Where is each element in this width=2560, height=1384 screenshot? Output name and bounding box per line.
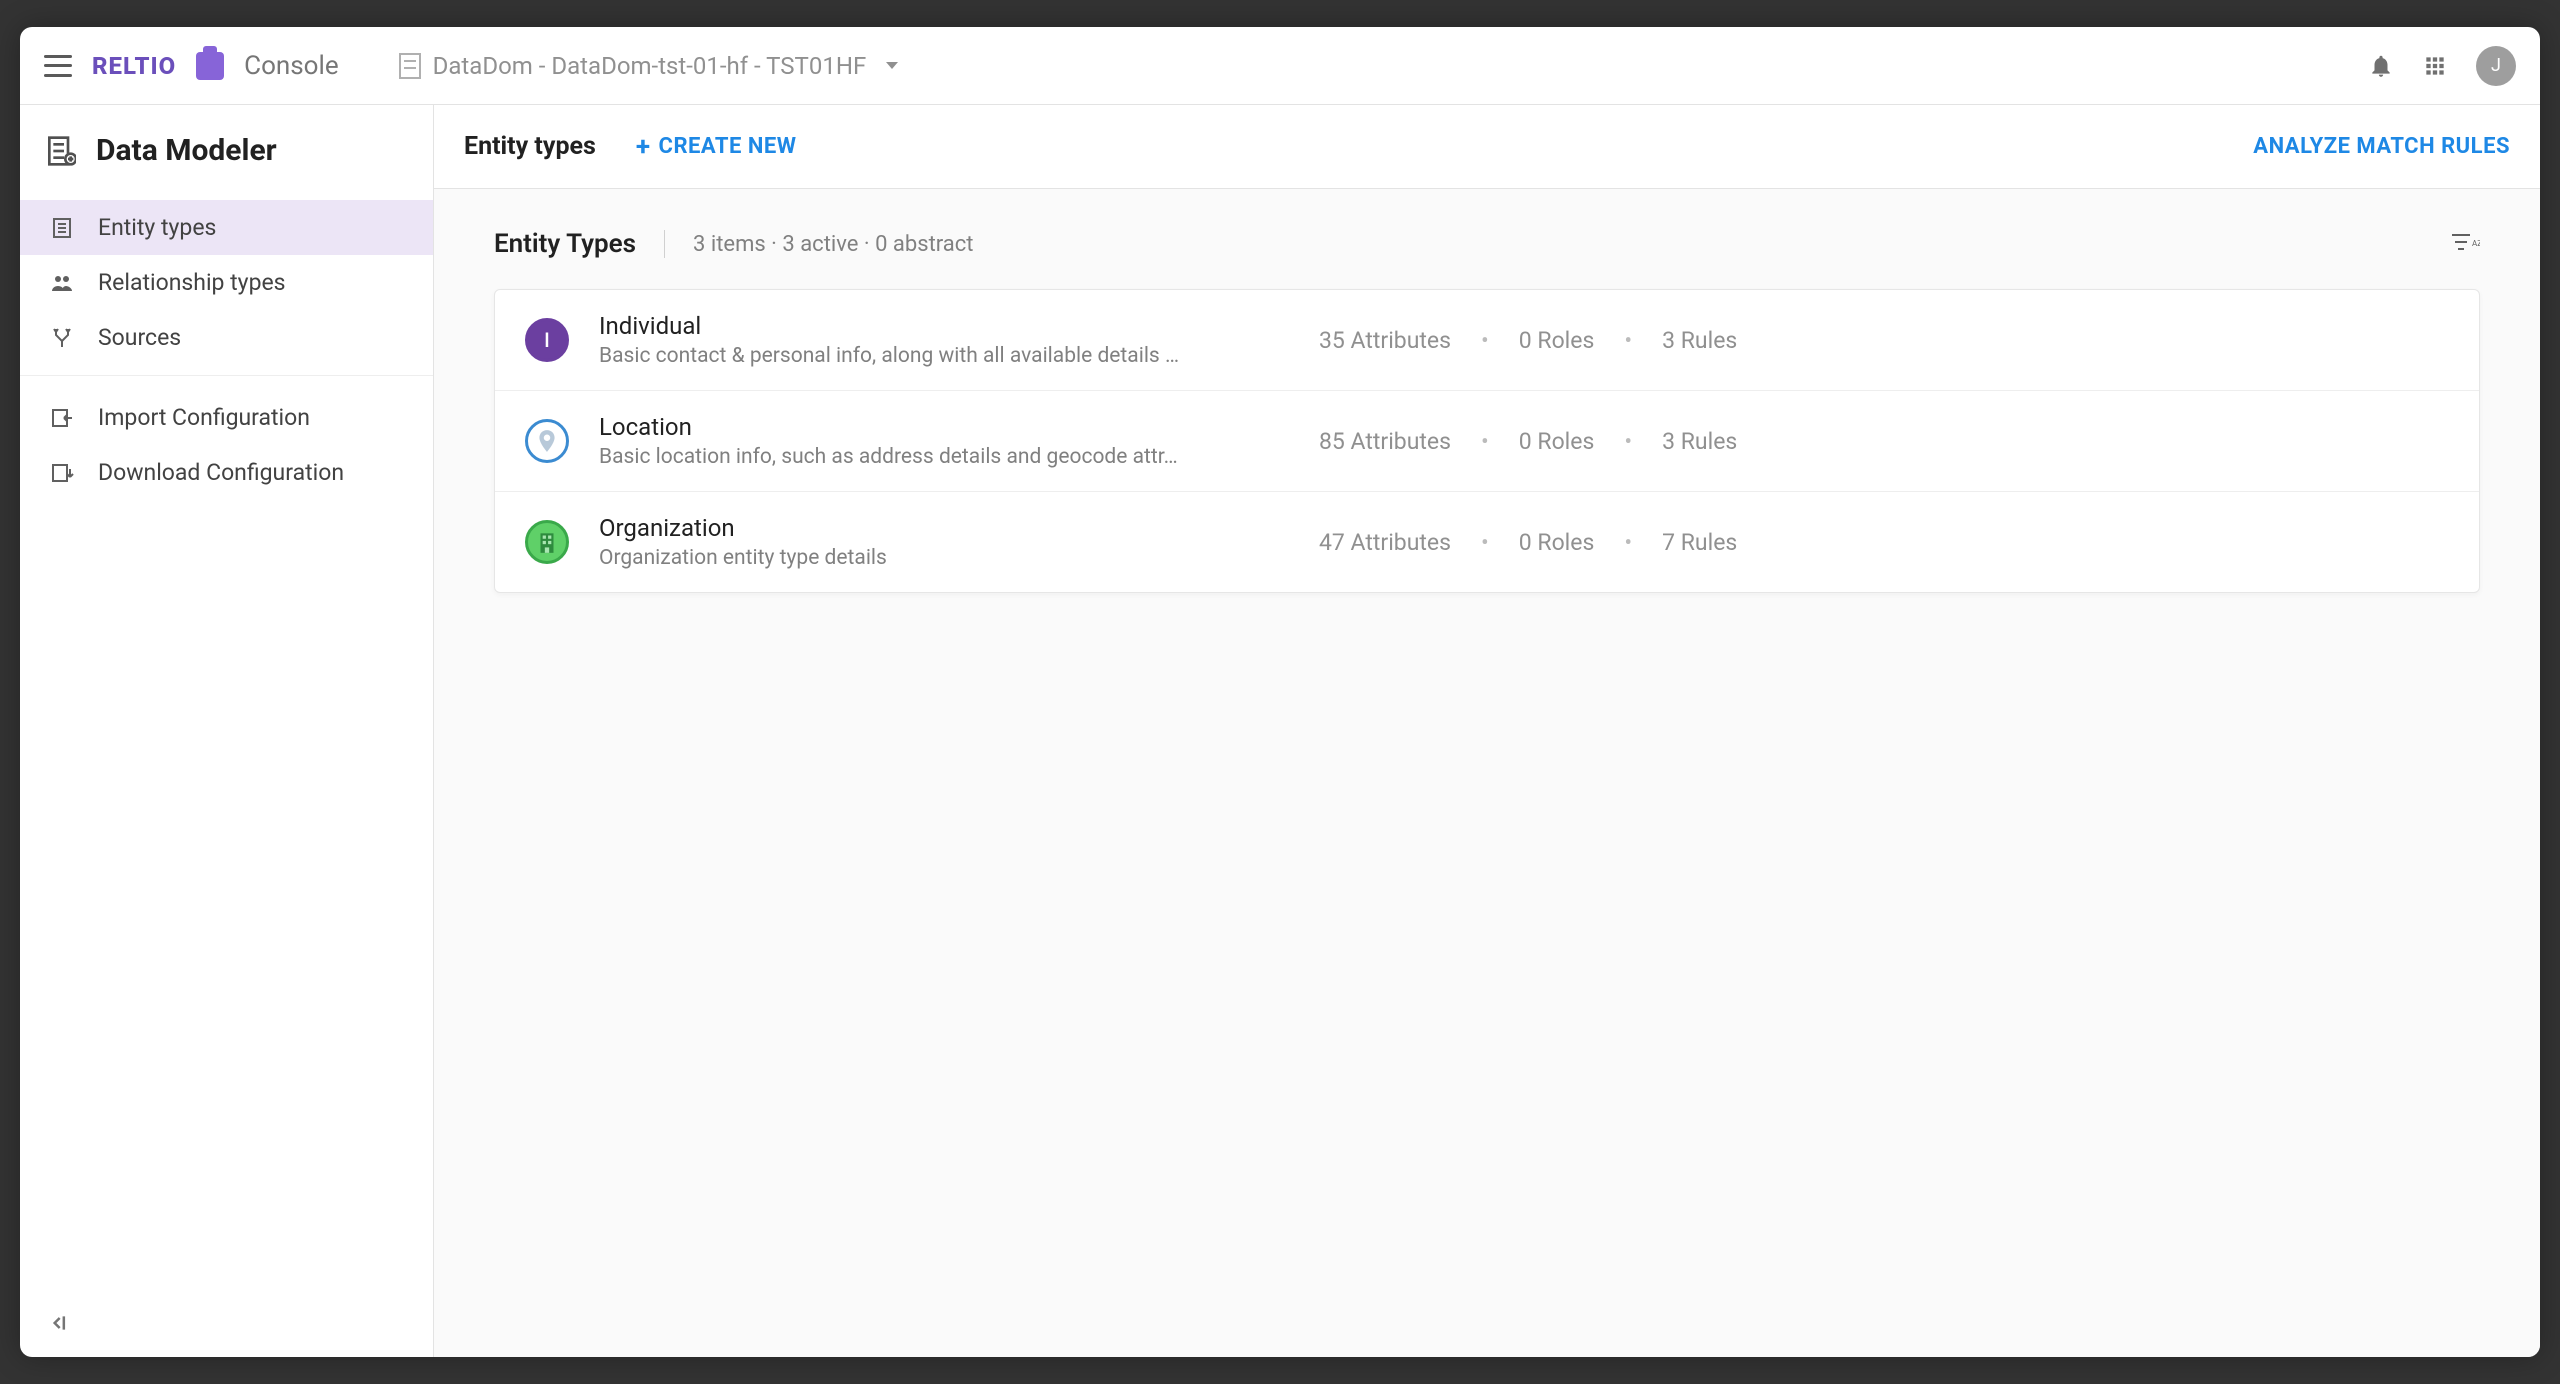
svg-text:AZ: AZ — [2472, 239, 2480, 248]
entity-icon — [525, 520, 569, 564]
dot-separator: • — [1624, 327, 1632, 354]
collapse-sidebar-icon[interactable] — [48, 1313, 68, 1339]
document-icon — [399, 53, 421, 79]
dot-separator: • — [1624, 428, 1632, 455]
brand-logo[interactable]: RELTIO — [92, 52, 176, 80]
sidebar-title: Data Modeler — [96, 133, 277, 168]
entity-name: Organization — [599, 514, 1319, 542]
import-icon — [48, 406, 76, 430]
sidebar-item-label: Download Configuration — [98, 459, 344, 486]
entity-description: Organization entity type details — [599, 546, 1319, 570]
entity-description: Basic location info, such as address det… — [599, 445, 1319, 469]
chevron-down-icon — [886, 62, 898, 69]
entity-row-individual[interactable]: I Individual Basic contact & personal info… — [495, 290, 2479, 391]
people-icon — [48, 271, 76, 295]
create-label: CREATE NEW — [659, 134, 797, 159]
sidebar-item-label: Entity types — [98, 214, 216, 241]
entity-row-organization[interactable]: Organization Organization entity type det… — [495, 492, 2479, 592]
entity-stats: 35 Attributes • 0 Roles • 3 Rules — [1319, 327, 1737, 354]
entity-stats: 47 Attributes • 0 Roles • 7 Rules — [1319, 529, 1737, 556]
download-icon — [48, 461, 76, 485]
entity-rules: 3 Rules — [1662, 428, 1737, 455]
entity-name: Location — [599, 413, 1319, 441]
dot-separator: • — [1481, 529, 1489, 556]
sidebar-item-label: Relationship types — [98, 269, 286, 296]
dot-separator: • — [1481, 327, 1489, 354]
avatar[interactable]: J — [2476, 46, 2516, 86]
list-title: Entity Types — [494, 229, 636, 259]
entity-attributes: 35 Attributes — [1319, 327, 1451, 354]
toolbox-icon — [196, 52, 224, 80]
entity-attributes: 85 Attributes — [1319, 428, 1451, 455]
sidebar-item-label: Sources — [98, 324, 181, 351]
analyze-match-rules-button[interactable]: ANALYZE MATCH RULES — [2253, 134, 2510, 159]
sidebar-item-label: Import Configuration — [98, 404, 310, 431]
entity-icon — [48, 216, 76, 240]
menu-icon[interactable] — [44, 55, 72, 77]
dot-separator: • — [1624, 529, 1632, 556]
divider — [664, 230, 665, 258]
topbar: RELTIO Console DataDom - DataDom-tst-01-… — [20, 27, 2540, 105]
tenant-selector[interactable]: DataDom - DataDom-tst-01-hf - TST01HF — [399, 52, 899, 80]
data-modeler-icon — [44, 135, 76, 167]
dot-separator: • — [1481, 428, 1489, 455]
merge-icon — [48, 326, 76, 350]
entity-icon: I — [525, 318, 569, 362]
filter-sort-icon[interactable]: AZ — [2450, 230, 2480, 258]
tenant-name: DataDom - DataDom-tst-01-hf - TST01HF — [433, 52, 867, 80]
create-new-button[interactable]: + CREATE NEW — [636, 134, 797, 160]
entity-rules: 7 Rules — [1662, 529, 1737, 556]
entity-name: Individual — [599, 312, 1319, 340]
sidebar: Data Modeler Entity types Relationship ty… — [20, 105, 434, 1357]
entity-description: Basic contact & personal info, along wit… — [599, 344, 1319, 368]
entity-rules: 3 Rules — [1662, 327, 1737, 354]
entity-roles: 0 Roles — [1519, 529, 1595, 556]
entity-stats: 85 Attributes • 0 Roles • 3 Rules — [1319, 428, 1737, 455]
entity-roles: 0 Roles — [1519, 327, 1595, 354]
apps-icon[interactable] — [2422, 53, 2448, 79]
notifications-icon[interactable] — [2368, 53, 2394, 79]
sidebar-item-sources[interactable]: Sources — [20, 310, 433, 365]
sidebar-item-relationship-types[interactable]: Relationship types — [20, 255, 433, 310]
entity-icon — [525, 419, 569, 463]
sidebar-item-entity-types[interactable]: Entity types — [20, 200, 433, 255]
page-header: Entity types + CREATE NEW ANALYZE MATCH … — [434, 105, 2540, 189]
console-label: Console — [244, 51, 338, 81]
entity-row-location[interactable]: Location Basic location info, such as add… — [495, 391, 2479, 492]
entity-roles: 0 Roles — [1519, 428, 1595, 455]
entity-type-list: I Individual Basic contact & personal info… — [494, 289, 2480, 593]
page-title: Entity types — [464, 132, 596, 161]
entity-attributes: 47 Attributes — [1319, 529, 1451, 556]
plus-icon: + — [636, 134, 651, 160]
sidebar-item-download-configuration[interactable]: Download Configuration — [20, 445, 433, 500]
sidebar-item-import-configuration[interactable]: Import Configuration — [20, 390, 433, 445]
list-stats: 3 items · 3 active · 0 abstract — [693, 232, 973, 257]
